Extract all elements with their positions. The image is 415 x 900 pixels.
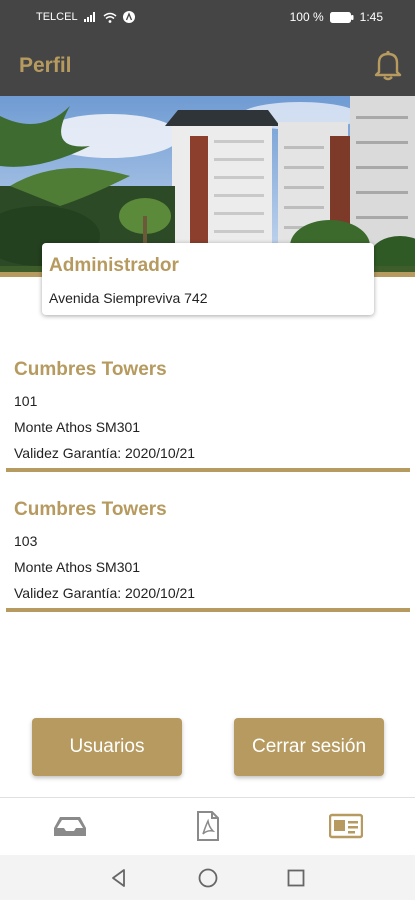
inbox-icon — [54, 817, 86, 836]
bell-icon — [374, 50, 402, 81]
unit-building-name: Cumbres Towers — [14, 359, 167, 380]
wifi-icon — [103, 12, 117, 23]
admin-role: Administrador — [49, 255, 179, 276]
status-right: 100 % 1:45 — [290, 10, 383, 24]
system-navigation-bar — [0, 855, 415, 900]
battery-icon — [329, 11, 354, 23]
bottom-navigation — [0, 797, 415, 855]
carrier-label: TELCEL — [36, 11, 78, 23]
battery-percent: 100 % — [289, 10, 324, 24]
nav-item-inbox[interactable] — [48, 808, 92, 844]
clock: 1:45 — [359, 10, 383, 24]
unit-number: 103 — [14, 533, 38, 549]
unit-number: 101 — [14, 393, 38, 409]
admin-address: Avenida Siempreviva 742 — [49, 290, 208, 306]
status-left: TELCEL — [36, 11, 135, 23]
unit-divider — [6, 468, 410, 472]
logout-button[interactable]: Cerrar sesión — [234, 718, 384, 776]
home-icon[interactable] — [196, 866, 220, 890]
recents-icon[interactable] — [284, 866, 308, 890]
admin-info-card: Administrador Avenida Siempreviva 742 — [42, 243, 374, 315]
nav-item-profile[interactable] — [324, 808, 368, 844]
unit-building-name: Cumbres Towers — [14, 499, 167, 520]
nav-item-documents[interactable] — [186, 808, 230, 844]
back-icon[interactable] — [107, 866, 131, 890]
unit-warranty: Validez Garantía: 2020/10/21 — [14, 585, 196, 601]
pdf-document-icon — [197, 811, 219, 841]
page-title: Perfil — [19, 54, 72, 77]
unit-model: Monte Athos SM301 — [14, 559, 141, 575]
unit-divider — [6, 608, 410, 612]
unit-model: Monte Athos SM301 — [14, 419, 141, 435]
unit-warranty: Validez Garantía: 2020/10/21 — [14, 445, 196, 461]
users-button[interactable]: Usuarios — [32, 718, 182, 776]
notification-app-icon — [122, 11, 135, 23]
signal-icon — [83, 12, 95, 22]
notifications-button[interactable] — [373, 49, 403, 81]
id-card-icon — [329, 813, 363, 839]
app-bar: Perfil — [0, 34, 415, 96]
status-bar: TELCEL 100 % 1:45 — [0, 0, 415, 34]
